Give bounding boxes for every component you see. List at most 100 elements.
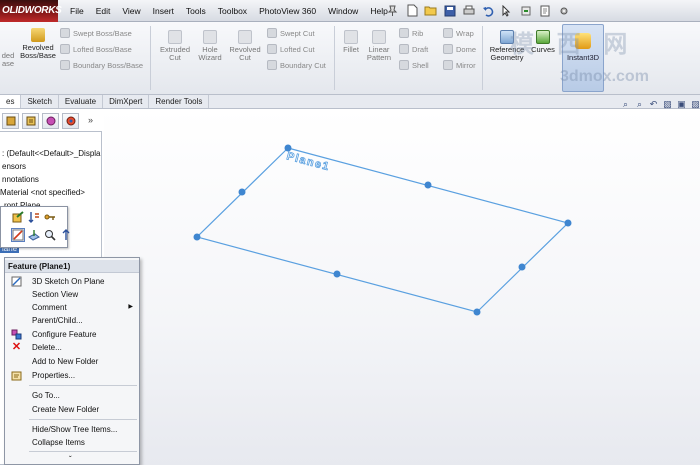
- plane-handle[interactable]: [333, 270, 341, 278]
- menu-item-label: Properties...: [32, 371, 76, 380]
- select-icon[interactable]: [498, 2, 515, 19]
- fillet-label: Fillet: [343, 45, 359, 54]
- normal-to-icon[interactable]: [27, 228, 41, 242]
- shell-label: Shell: [412, 60, 429, 70]
- menu-item-collapse-items[interactable]: Collapse Items: [5, 436, 139, 449]
- menu-view[interactable]: View: [116, 0, 146, 22]
- solidworks-logo: OLIDWORKS: [0, 0, 62, 22]
- menu-item-add-to-new-folder[interactable]: Add to New Folder: [5, 355, 139, 368]
- plane1-outline[interactable]: Plane1: [193, 144, 572, 316]
- menu-more-arrow[interactable]: ˇ: [5, 453, 139, 465]
- context-toolbar: [0, 206, 70, 248]
- linear-pattern-button[interactable]: Linear Pattern: [364, 30, 394, 62]
- submenu-arrow-icon: ▶: [128, 304, 133, 310]
- menu-window[interactable]: Window: [322, 0, 364, 22]
- menu-item-create-new-folder[interactable]: Create New Folder: [5, 403, 139, 416]
- menu-photoview[interactable]: PhotoView 360: [253, 0, 322, 22]
- draft-button[interactable]: Draft: [399, 44, 428, 54]
- menu-item-label: Parent/Child...: [32, 316, 83, 325]
- plane-handle[interactable]: [473, 308, 481, 316]
- menu-tools[interactable]: Tools: [180, 0, 212, 22]
- tab-features[interactable]: es: [0, 95, 22, 108]
- boundary-cut-button[interactable]: Boundary Cut: [267, 60, 326, 70]
- options-icon[interactable]: [555, 2, 572, 19]
- swept-boss-label: Swept Boss/Base: [73, 28, 132, 38]
- menu-item-label: Configure Feature: [32, 330, 97, 339]
- pin-icon[interactable]: [384, 2, 401, 19]
- open-folder-icon[interactable]: [422, 2, 439, 19]
- menu-item-go-to[interactable]: Go To...: [5, 389, 139, 402]
- extruded-boss-button[interactable]: ded ase: [0, 52, 16, 68]
- lofted-cut-button[interactable]: Lofted Cut: [267, 44, 315, 54]
- menu-item-properties[interactable]: Properties...: [5, 369, 139, 382]
- feature-manager-tab-icon[interactable]: [2, 113, 19, 129]
- tab-evaluate[interactable]: Evaluate: [59, 95, 104, 108]
- boundary-boss-icon: [60, 60, 70, 70]
- wrap-label: Wrap: [456, 28, 474, 38]
- rebuild-icon[interactable]: [517, 2, 534, 19]
- menu-item-3d-sketch-on-plane[interactable]: 3D Sketch On Plane: [5, 275, 139, 288]
- tab-sketch[interactable]: Sketch: [21, 95, 59, 108]
- menu-toolbox[interactable]: Toolbox: [212, 0, 253, 22]
- swept-cut-button[interactable]: Swept Cut: [267, 28, 315, 38]
- menu-item-comment[interactable]: Comment ▶: [5, 301, 139, 314]
- plane-handle[interactable]: [193, 233, 201, 241]
- menu-item-delete[interactable]: ✕ Delete...: [5, 341, 139, 354]
- save-icon[interactable]: [441, 2, 458, 19]
- tab-dimxpert[interactable]: DimXpert: [103, 95, 150, 108]
- hole-wizard-button[interactable]: Hole Wizard: [194, 30, 226, 62]
- tree-item-part[interactable]: : (Default<<Default>_Displa: [2, 149, 101, 158]
- zoom-to-selection-icon[interactable]: [43, 228, 57, 242]
- expand-pane-icon[interactable]: »: [88, 115, 93, 125]
- graphics-area[interactable]: Plane1: [104, 109, 700, 465]
- mirror-button[interactable]: Mirror: [443, 60, 476, 70]
- wrap-button[interactable]: Wrap: [443, 28, 474, 38]
- dome-button[interactable]: Dome: [443, 44, 476, 54]
- menu-separator: [29, 451, 137, 452]
- lofted-boss-icon: [60, 44, 70, 54]
- plane-handle[interactable]: [424, 181, 432, 189]
- tree-item-annotations[interactable]: nnotations: [2, 175, 39, 184]
- swept-boss-button[interactable]: Swept Boss/Base: [60, 28, 132, 38]
- rollback-icon[interactable]: [27, 210, 41, 224]
- swept-cut-icon: [267, 28, 277, 38]
- fillet-button[interactable]: Fillet: [338, 30, 364, 54]
- menu-item-hide-show-tree-items[interactable]: Hide/Show Tree Items...: [5, 423, 139, 436]
- menu-edit[interactable]: Edit: [90, 0, 117, 22]
- menu-insert[interactable]: Insert: [147, 0, 180, 22]
- menu-item-section-view[interactable]: Section View: [5, 288, 139, 301]
- menu-item-configure-feature[interactable]: Configure Feature: [5, 328, 139, 341]
- revolved-boss-button[interactable]: Revolved Boss/Base: [18, 28, 58, 60]
- triad-icon[interactable]: [59, 228, 73, 242]
- lofted-boss-button[interactable]: Lofted Boss/Base: [60, 44, 132, 54]
- key-icon[interactable]: [43, 210, 57, 224]
- feature-manager-tabs: [0, 113, 102, 130]
- boundary-boss-button[interactable]: Boundary Boss/Base: [60, 60, 143, 70]
- print-icon[interactable]: [460, 2, 477, 19]
- plane-handle[interactable]: [518, 263, 526, 271]
- tree-item-material[interactable]: Material <not specified>: [0, 188, 85, 197]
- menu-file[interactable]: File: [64, 0, 90, 22]
- plane-handle[interactable]: [238, 188, 246, 196]
- menu-item-label: Delete...: [32, 343, 62, 352]
- menu-item-label: 3D Sketch On Plane: [32, 277, 105, 286]
- edit-feature-icon[interactable]: [11, 210, 25, 224]
- tab-render-tools[interactable]: Render Tools: [149, 95, 210, 108]
- revolved-cut-button[interactable]: Revolved Cut: [226, 30, 264, 62]
- plane1-edges[interactable]: [195, 147, 570, 313]
- shell-button[interactable]: Shell: [399, 60, 429, 70]
- menu-item-parent-child[interactable]: Parent/Child...: [5, 314, 139, 327]
- configuration-manager-tab-icon[interactable]: [42, 113, 59, 129]
- property-manager-tab-icon[interactable]: [22, 113, 39, 129]
- tree-item-sensors[interactable]: ensors: [2, 162, 26, 171]
- appearance-manager-tab-icon[interactable]: [62, 113, 79, 129]
- new-document-icon[interactable]: [403, 2, 420, 19]
- menu-item-label: Section View: [32, 290, 79, 299]
- revolved-boss-label2: Boss/Base: [20, 51, 56, 60]
- rib-button[interactable]: Rib: [399, 28, 423, 38]
- undo-icon[interactable]: [479, 2, 496, 19]
- extruded-cut-button[interactable]: Extruded Cut: [156, 30, 194, 62]
- sketch-icon[interactable]: [11, 228, 25, 242]
- file-properties-icon[interactable]: [536, 2, 553, 19]
- plane-handle[interactable]: [564, 219, 572, 227]
